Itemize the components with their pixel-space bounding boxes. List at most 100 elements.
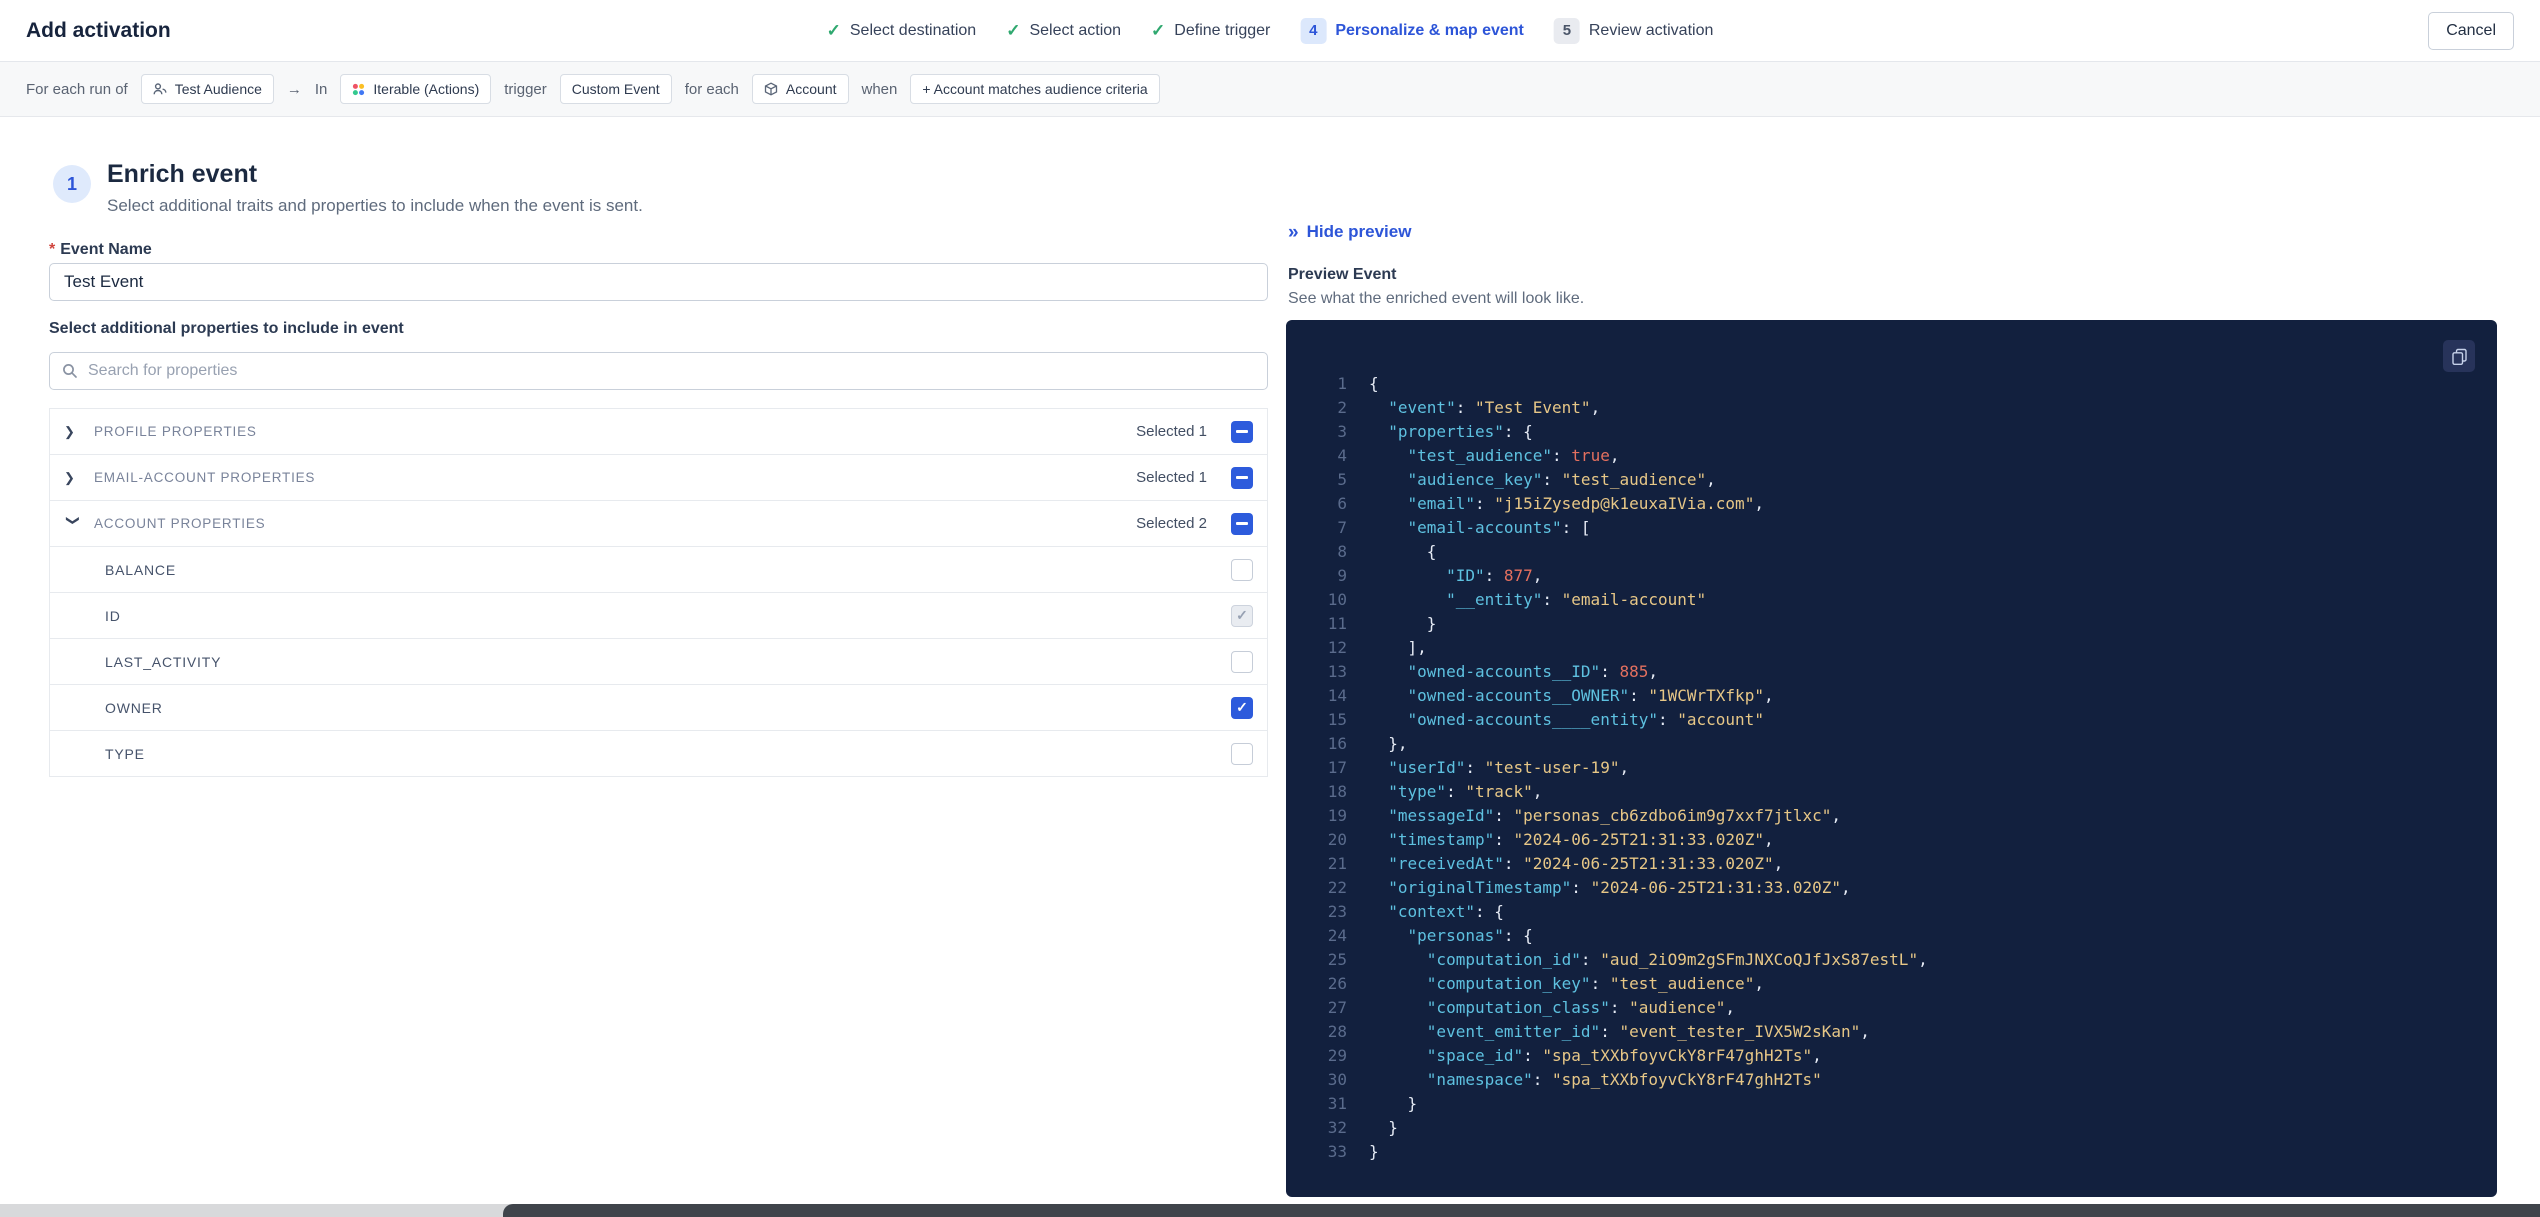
line-number: 5 bbox=[1337, 470, 1347, 489]
code-text: "event": "Test Event", bbox=[1388, 398, 1601, 417]
code-text: "test_audience": true, bbox=[1407, 446, 1620, 465]
step-number-badge: 5 bbox=[1553, 17, 1580, 44]
line-number: 11 bbox=[1327, 614, 1347, 633]
code-text: "owned-accounts__OWNER": "1WCWrTXfkp", bbox=[1407, 686, 1774, 705]
line-number: 16 bbox=[1327, 734, 1347, 753]
code-line-26: 26 "computation_key": "test_audience", bbox=[1286, 972, 2497, 996]
chip-label: Custom Event bbox=[571, 81, 660, 97]
line-number: 20 bbox=[1327, 830, 1347, 849]
code-line-31: 31 } bbox=[1286, 1092, 2497, 1116]
line-number: 30 bbox=[1327, 1070, 1347, 1089]
checkmark-icon: ✓ bbox=[1006, 20, 1021, 40]
search-box[interactable] bbox=[49, 352, 1268, 390]
code-text: "audience_key": "test_audience", bbox=[1407, 470, 1716, 489]
code-line-3: 3 "properties": { bbox=[1286, 420, 2497, 444]
copy-icon bbox=[2451, 348, 2467, 365]
line-number: 14 bbox=[1327, 686, 1347, 705]
code-line-11: 11 } bbox=[1286, 612, 2497, 636]
code-line-27: 27 "computation_class": "audience", bbox=[1286, 996, 2497, 1020]
property-group-email-account-properties[interactable]: ❯ EMAIL-ACCOUNT PROPERTIES Selected 1 bbox=[50, 455, 1267, 501]
code-line-9: 9 "ID": 877, bbox=[1286, 564, 2497, 588]
code-line-16: 16 }, bbox=[1286, 732, 2497, 756]
code-text: "context": { bbox=[1388, 902, 1504, 921]
trigger-chip-account-matches-audience-criteria[interactable]: + Account matches audience criteria bbox=[910, 74, 1160, 104]
line-number: 29 bbox=[1327, 1046, 1347, 1065]
code-text: } bbox=[1369, 1118, 1398, 1137]
selected-count: Selected 2 bbox=[1136, 515, 1207, 532]
preview-title: Preview Event bbox=[1288, 266, 1397, 283]
step-2[interactable]: ✓ Select action bbox=[1006, 21, 1121, 41]
code-line-8: 8 { bbox=[1286, 540, 2497, 564]
step-4[interactable]: 4 Personalize & map event bbox=[1300, 17, 1524, 44]
unchecked-checkbox[interactable] bbox=[1231, 742, 1253, 765]
unchecked-checkbox[interactable] bbox=[1231, 558, 1253, 581]
line-number: 27 bbox=[1327, 998, 1347, 1017]
code-line-14: 14 "owned-accounts__OWNER": "1WCWrTXfkp"… bbox=[1286, 684, 2497, 708]
code-line-12: 12 ], bbox=[1286, 636, 2497, 660]
indeterminate-checkbox[interactable] bbox=[1231, 420, 1253, 443]
checked-checkbox[interactable]: ✓ bbox=[1231, 696, 1253, 719]
line-number: 12 bbox=[1327, 638, 1347, 657]
search-icon bbox=[63, 364, 77, 378]
code-text: "originalTimestamp": "2024-06-25T21:31:3… bbox=[1388, 878, 1851, 897]
trigger-chip-account[interactable]: Account bbox=[751, 74, 849, 104]
code-line-13: 13 "owned-accounts__ID": 885, bbox=[1286, 660, 2497, 684]
copy-button[interactable] bbox=[2443, 340, 2475, 372]
property-label: OWNER bbox=[105, 699, 163, 716]
code-text: "computation_key": "test_audience", bbox=[1426, 974, 1764, 993]
code-text: "computation_class": "audience", bbox=[1426, 998, 1736, 1017]
step-label: Personalize & map event bbox=[1335, 21, 1524, 39]
trigger-chip-iterable-actions[interactable]: Iterable (Actions) bbox=[340, 74, 492, 104]
bottom-strip bbox=[0, 1204, 2540, 1217]
properties-table: ❯ PROFILE PROPERTIES Selected 1 ❯ EMAIL-ACCO… bbox=[49, 408, 1268, 777]
code-text: "timestamp": "2024-06-25T21:31:33.020Z", bbox=[1388, 830, 1774, 849]
code-line-17: 17 "userId": "test-user-19", bbox=[1286, 756, 2497, 780]
property-group-profile-properties[interactable]: ❯ PROFILE PROPERTIES Selected 1 bbox=[50, 409, 1267, 455]
code-text: "userId": "test-user-19", bbox=[1388, 758, 1630, 777]
step-label: Select action bbox=[1029, 21, 1122, 39]
code-line-25: 25 "computation_id": "aud_2iO9m2gSFmJNXC… bbox=[1286, 948, 2497, 972]
code-line-18: 18 "type": "track", bbox=[1286, 780, 2497, 804]
code-line-23: 23 "context": { bbox=[1286, 900, 2497, 924]
trigger-chip-test-audience[interactable]: Test Audience bbox=[140, 74, 274, 104]
iterable-icon bbox=[353, 83, 365, 95]
code-line-20: 20 "timestamp": "2024-06-25T21:31:33.020… bbox=[1286, 828, 2497, 852]
code-line-30: 30 "namespace": "spa_tXXbfoyvCkY8rF47ghH… bbox=[1286, 1068, 2497, 1092]
search-input[interactable] bbox=[88, 362, 1255, 380]
line-number: 7 bbox=[1337, 518, 1347, 537]
code-text: "properties": { bbox=[1388, 422, 1533, 441]
code-line-19: 19 "messageId": "personas_cb6zdbo6im9g7x… bbox=[1286, 804, 2497, 828]
property-row-balance: BALANCE bbox=[50, 547, 1267, 593]
step-1[interactable]: ✓ Select destination bbox=[827, 21, 977, 41]
line-number: 21 bbox=[1327, 854, 1347, 873]
event-name-input[interactable] bbox=[49, 263, 1268, 301]
code-text: "email-accounts": [ bbox=[1407, 518, 1591, 537]
preview-subtitle: See what the enriched event will look li… bbox=[1288, 290, 1585, 307]
selected-count: Selected 1 bbox=[1136, 423, 1207, 440]
chip-label: Account bbox=[785, 81, 837, 97]
line-number: 25 bbox=[1327, 950, 1347, 969]
line-number: 9 bbox=[1337, 566, 1347, 585]
code-line-15: 15 "owned-accounts____entity": "account" bbox=[1286, 708, 2497, 732]
step-3[interactable]: ✓ Define trigger bbox=[1151, 21, 1270, 41]
bottom-dark-bar bbox=[503, 1204, 2540, 1217]
code-text: "space_id": "spa_tXXbfoyvCkY8rF47ghH2Ts"… bbox=[1426, 1046, 1822, 1065]
disabled-checked-checkbox: ✓ bbox=[1231, 604, 1253, 627]
code-text: "event_emitter_id": "event_tester_IVX5W2… bbox=[1426, 1022, 1870, 1041]
trigger-text-3: In bbox=[314, 80, 328, 98]
line-number: 10 bbox=[1327, 590, 1347, 609]
code-line-6: 6 "email": "j15iZysedp@k1euxaIVia.com", bbox=[1286, 492, 2497, 516]
property-row-type: TYPE bbox=[50, 731, 1267, 777]
step-5[interactable]: 5 Review activation bbox=[1553, 17, 1713, 44]
line-number: 22 bbox=[1327, 878, 1347, 897]
indeterminate-checkbox[interactable] bbox=[1231, 512, 1253, 535]
code-body: 1{2 "event": "Test Event", 3 "properties"… bbox=[1286, 320, 2497, 1164]
chip-label: Iterable (Actions) bbox=[373, 81, 480, 97]
property-group-account-properties[interactable]: ❯ ACCOUNT PROPERTIES Selected 2 bbox=[50, 501, 1267, 547]
hide-preview-link[interactable]: » Hide preview bbox=[1288, 222, 1411, 242]
unchecked-checkbox[interactable] bbox=[1231, 650, 1253, 673]
cancel-button[interactable]: Cancel bbox=[2428, 11, 2514, 50]
indeterminate-checkbox[interactable] bbox=[1231, 466, 1253, 489]
trigger-chip-custom-event[interactable]: Custom Event bbox=[559, 74, 672, 104]
line-number: 1 bbox=[1337, 374, 1347, 393]
